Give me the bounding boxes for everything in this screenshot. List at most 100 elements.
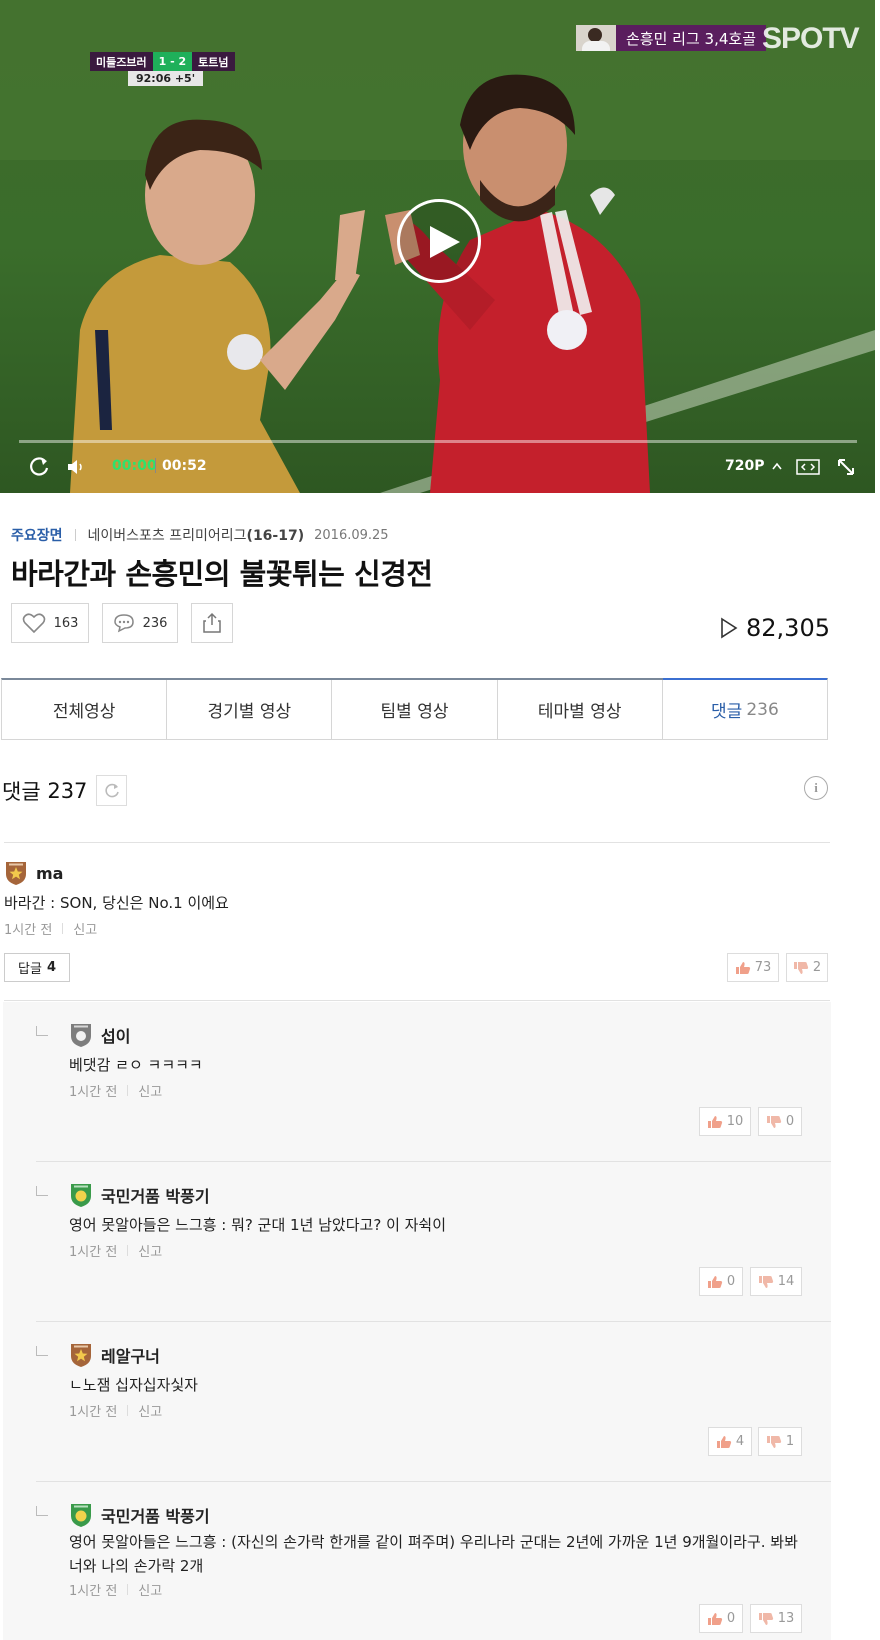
downvote-button[interactable]: 1 (758, 1427, 802, 1456)
tab-by-theme[interactable]: 테마별 영상 (498, 680, 663, 739)
upvote-button[interactable]: 0 (699, 1604, 743, 1633)
video-title: 바라간과 손흥민의 불꽃튀는 신경전 (11, 557, 433, 591)
match-clock: 92:06 +5' (128, 71, 204, 86)
comment-text: 영어 못알아들은 느그흥 : 뭐? 군대 1년 남았다고? 이 자쉭이 (69, 1216, 447, 1234)
upvote-count: 4 (735, 1434, 745, 1449)
headline-badge: 손흥민 리그 3,4호골 (576, 25, 766, 51)
video-date: 2016.09.25 (314, 527, 389, 543)
downvote-button[interactable]: 13 (750, 1604, 802, 1633)
comment-author[interactable]: 레알구너 (101, 1343, 160, 1367)
report-link[interactable]: 신고 (138, 1081, 162, 1100)
upvote-count: 0 (726, 1274, 736, 1289)
thumbs-up-icon (735, 961, 750, 974)
league-link[interactable]: 네이버스포츠 프리미어리그(16-17) (88, 525, 305, 545)
comments-header: 댓글 237 (2, 776, 87, 806)
comment-count-button[interactable]: 236 (102, 603, 178, 643)
tab-by-match[interactable]: 경기별 영상 (167, 680, 333, 739)
tab-count: 236 (746, 699, 779, 720)
thumbs-down-icon (758, 1612, 773, 1625)
tab-label: 경기별 영상 (207, 702, 292, 722)
reply-label: 답글 (18, 962, 42, 977)
report-link[interactable]: 신고 (73, 919, 97, 938)
view-count: 82,305 (720, 614, 830, 642)
meta-divider (127, 1085, 129, 1096)
report-link[interactable]: 신고 (138, 1401, 162, 1420)
thumbs-up-icon (707, 1612, 722, 1625)
comment-time: 1시간 전 (4, 923, 53, 938)
comment-author[interactable]: 국민거품 박풍기 (101, 1503, 210, 1527)
thumbs-down-icon (758, 1275, 773, 1288)
video-player[interactable]: 미들즈브러 1 - 2 토트넘 92:06 +5' 손흥민 리그 3,4호골 S… (0, 0, 875, 493)
reply-toggle-button[interactable]: 답글 4 (4, 953, 70, 982)
reply-indent-icon (36, 1346, 48, 1356)
report-link[interactable]: 신고 (138, 1580, 162, 1599)
video-tabs: 전체영상 경기별 영상 팀별 영상 테마별 영상 댓글 236 (1, 678, 828, 740)
duration: 00:52 (162, 458, 207, 474)
volume-button[interactable] (66, 452, 86, 482)
player-controls: 00:00 00:52 720P (0, 452, 875, 486)
refresh-button[interactable] (96, 775, 127, 806)
downvote-button[interactable]: 14 (750, 1267, 802, 1296)
comment-author[interactable]: 국민거품 박풍기 (101, 1183, 210, 1207)
quality-selector[interactable]: 720P (725, 458, 782, 474)
upvote-button[interactable]: 4 (708, 1427, 752, 1456)
reply-item: 섭이 베댓감 ㄹㅇ ㅋㅋㅋㅋ 1시간 전 신고 10 0 (3, 1002, 831, 1162)
upvote-button[interactable]: 10 (699, 1107, 751, 1136)
downvote-button[interactable]: 2 (786, 953, 828, 982)
tab-label: 댓글 (711, 702, 743, 722)
quality-label: 720P (725, 458, 765, 474)
comment-time: 1시간 전 (69, 1245, 118, 1260)
away-team: 토트넘 (192, 52, 235, 71)
embed-button[interactable] (796, 452, 820, 482)
thumbs-up-icon (716, 1435, 731, 1448)
upvote-button[interactable]: 0 (699, 1267, 743, 1296)
comment-time: 1시간 전 (69, 1085, 118, 1100)
reply-list: 섭이 베댓감 ㄹㅇ ㅋㅋㅋㅋ 1시간 전 신고 10 0 국민거품 박풍기 영어… (3, 1002, 831, 1640)
like-button[interactable]: 163 (11, 603, 89, 643)
channel-logo: SPOTV (762, 22, 860, 55)
tab-label: 전체영상 (52, 702, 116, 722)
tab-all-videos[interactable]: 전체영상 (2, 680, 168, 739)
downvote-button[interactable]: 0 (758, 1107, 802, 1136)
comment-count: 236 (142, 615, 168, 631)
comment-author[interactable]: 섭이 (101, 1023, 130, 1047)
league-name: 네이버스포츠 프리미어리그 (87, 528, 247, 544)
comment-item: ma 바라간 : SON, 당신은 No.1 이에요 1시간 전 신고 답글 4 … (4, 860, 830, 982)
replay-button[interactable] (28, 452, 50, 482)
share-button[interactable] (191, 603, 233, 643)
upvote-count: 10 (726, 1114, 744, 1129)
comment-author[interactable]: ma (36, 864, 63, 883)
league-season: (16-17) (246, 528, 305, 544)
upvote-count: 0 (726, 1611, 736, 1626)
upvote-count: 73 (754, 960, 772, 975)
upvote-button[interactable]: 73 (727, 953, 779, 982)
refresh-icon (104, 783, 119, 797)
reply-count: 4 (46, 960, 56, 975)
comment-text: 베댓감 ㄹㅇ ㅋㅋㅋㅋ (69, 1056, 203, 1074)
comment-text: 바라간 : SON, 당신은 No.1 이에요 (4, 894, 229, 912)
reply-item: 국민거품 박풍기 영어 못알아들은 느그흥 : 뭐? 군대 1년 남았다고? 이… (3, 1162, 831, 1322)
downvote-count: 13 (777, 1611, 795, 1626)
reply-indent-icon (36, 1026, 48, 1036)
downvote-count: 14 (777, 1274, 795, 1289)
category-link[interactable]: 주요장면 (11, 525, 63, 545)
tab-by-team[interactable]: 팀별 영상 (332, 680, 498, 739)
comments-total: 237 (47, 779, 88, 803)
report-link[interactable]: 신고 (138, 1241, 162, 1260)
progress-bar[interactable] (19, 440, 857, 443)
divider (4, 1000, 830, 1001)
share-icon (203, 612, 221, 633)
video-meta: 주요장면 네이버스포츠 프리미어리그(16-17) 2016.09.25 (11, 525, 389, 545)
info-icon: i (814, 780, 818, 795)
current-time: 00:00 (112, 458, 157, 474)
play-button[interactable] (397, 199, 481, 283)
silver-rank-icon (71, 1024, 91, 1047)
tab-label: 팀별 영상 (380, 702, 449, 722)
time-divider (155, 458, 156, 473)
heart-icon (22, 613, 45, 634)
fullscreen-button[interactable] (836, 452, 856, 482)
info-button[interactable]: i (804, 776, 828, 800)
tab-comments[interactable]: 댓글 236 (662, 678, 828, 739)
meta-divider (62, 923, 64, 934)
replay-icon (30, 457, 49, 476)
